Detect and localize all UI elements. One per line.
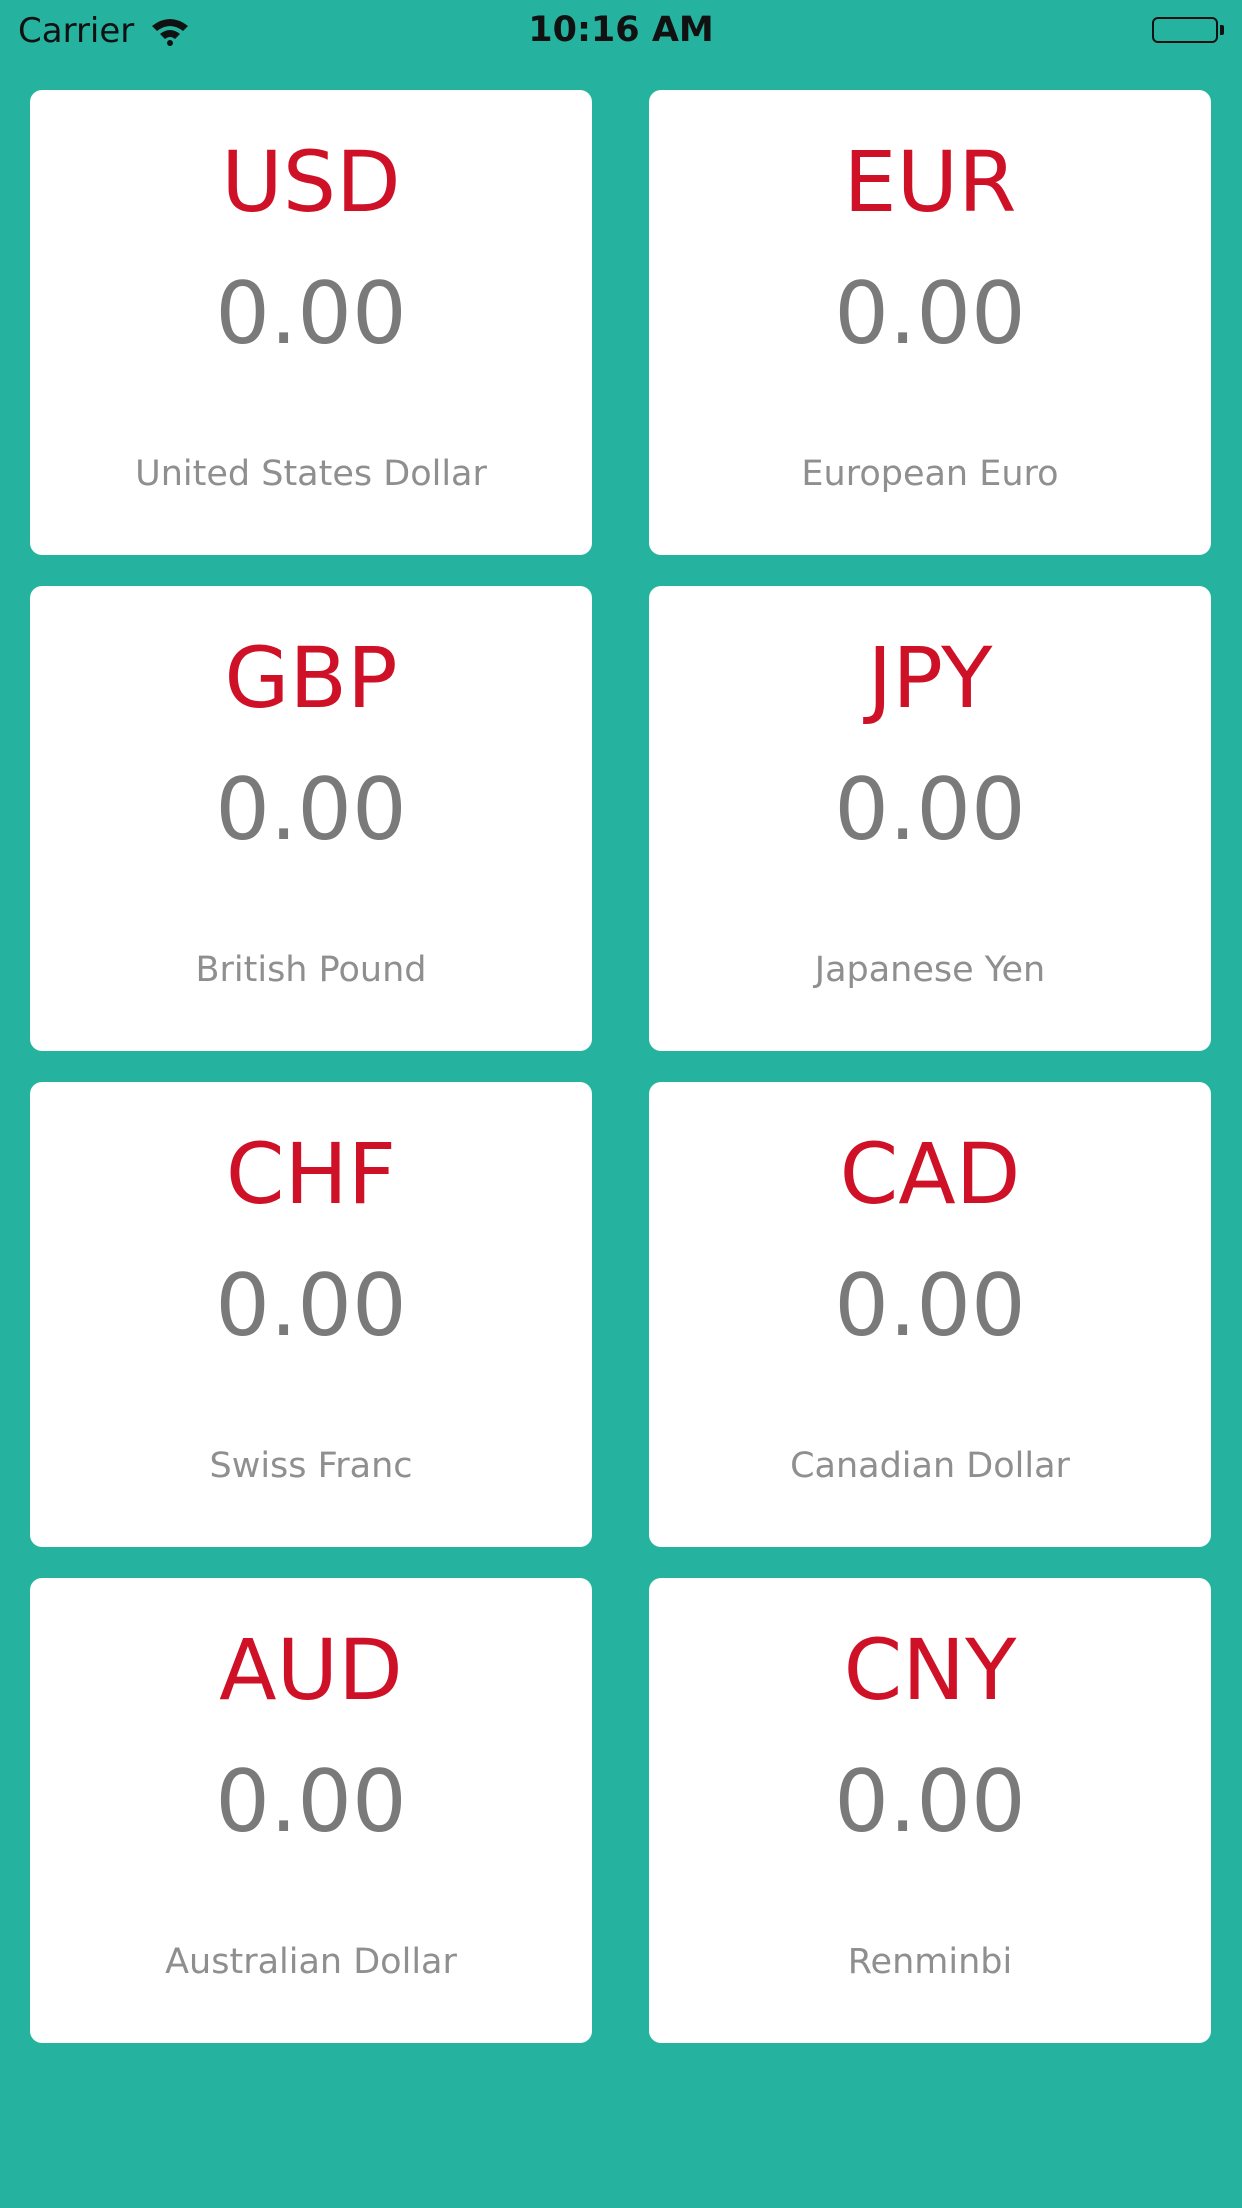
currency-code: EUR <box>843 133 1017 231</box>
status-bar: Carrier 10:16 AM <box>0 0 1242 60</box>
currency-name: United States Dollar <box>135 454 487 494</box>
currency-code: CAD <box>839 1125 1021 1223</box>
currency-card-chf[interactable]: CHF 0.00 Swiss Franc <box>30 1082 592 1547</box>
currency-card-usd[interactable]: USD 0.00 United States Dollar <box>30 90 592 555</box>
currency-amount: 0.00 <box>834 760 1026 860</box>
currency-code: GBP <box>224 629 398 727</box>
currency-amount: 0.00 <box>834 264 1026 364</box>
currency-name: British Pound <box>195 950 427 990</box>
currency-card-gbp[interactable]: GBP 0.00 British Pound <box>30 586 592 1051</box>
currency-amount: 0.00 <box>834 1752 1026 1852</box>
currency-card-cny[interactable]: CNY 0.00 Renminbi <box>649 1578 1211 2043</box>
currency-name: European Euro <box>801 454 1059 494</box>
currency-amount: 0.00 <box>215 1256 407 1356</box>
currency-name: Swiss Franc <box>209 1446 413 1486</box>
battery-tip <box>1220 25 1224 35</box>
currency-name: Australian Dollar <box>165 1942 457 1982</box>
currency-name: Canadian Dollar <box>790 1446 1070 1486</box>
currency-name: Japanese Yen <box>814 950 1046 990</box>
currency-amount: 0.00 <box>215 264 407 364</box>
currency-code: USD <box>221 133 401 231</box>
currency-card-jpy[interactable]: JPY 0.00 Japanese Yen <box>649 586 1211 1051</box>
battery-icon <box>1152 17 1218 43</box>
currency-code: CHF <box>225 1125 397 1223</box>
currency-code: CNY <box>843 1621 1017 1719</box>
currency-amount: 0.00 <box>215 1752 407 1852</box>
clock: 10:16 AM <box>528 10 714 50</box>
currency-amount: 0.00 <box>215 760 407 860</box>
currency-code: AUD <box>219 1621 403 1719</box>
currency-card-cad[interactable]: CAD 0.00 Canadian Dollar <box>649 1082 1211 1547</box>
currency-card-aud[interactable]: AUD 0.00 Australian Dollar <box>30 1578 592 2043</box>
currency-code: JPY <box>867 629 993 727</box>
currency-name: Renminbi <box>847 1942 1013 1982</box>
currency-card-eur[interactable]: EUR 0.00 European Euro <box>649 90 1211 555</box>
currency-amount: 0.00 <box>834 1256 1026 1356</box>
